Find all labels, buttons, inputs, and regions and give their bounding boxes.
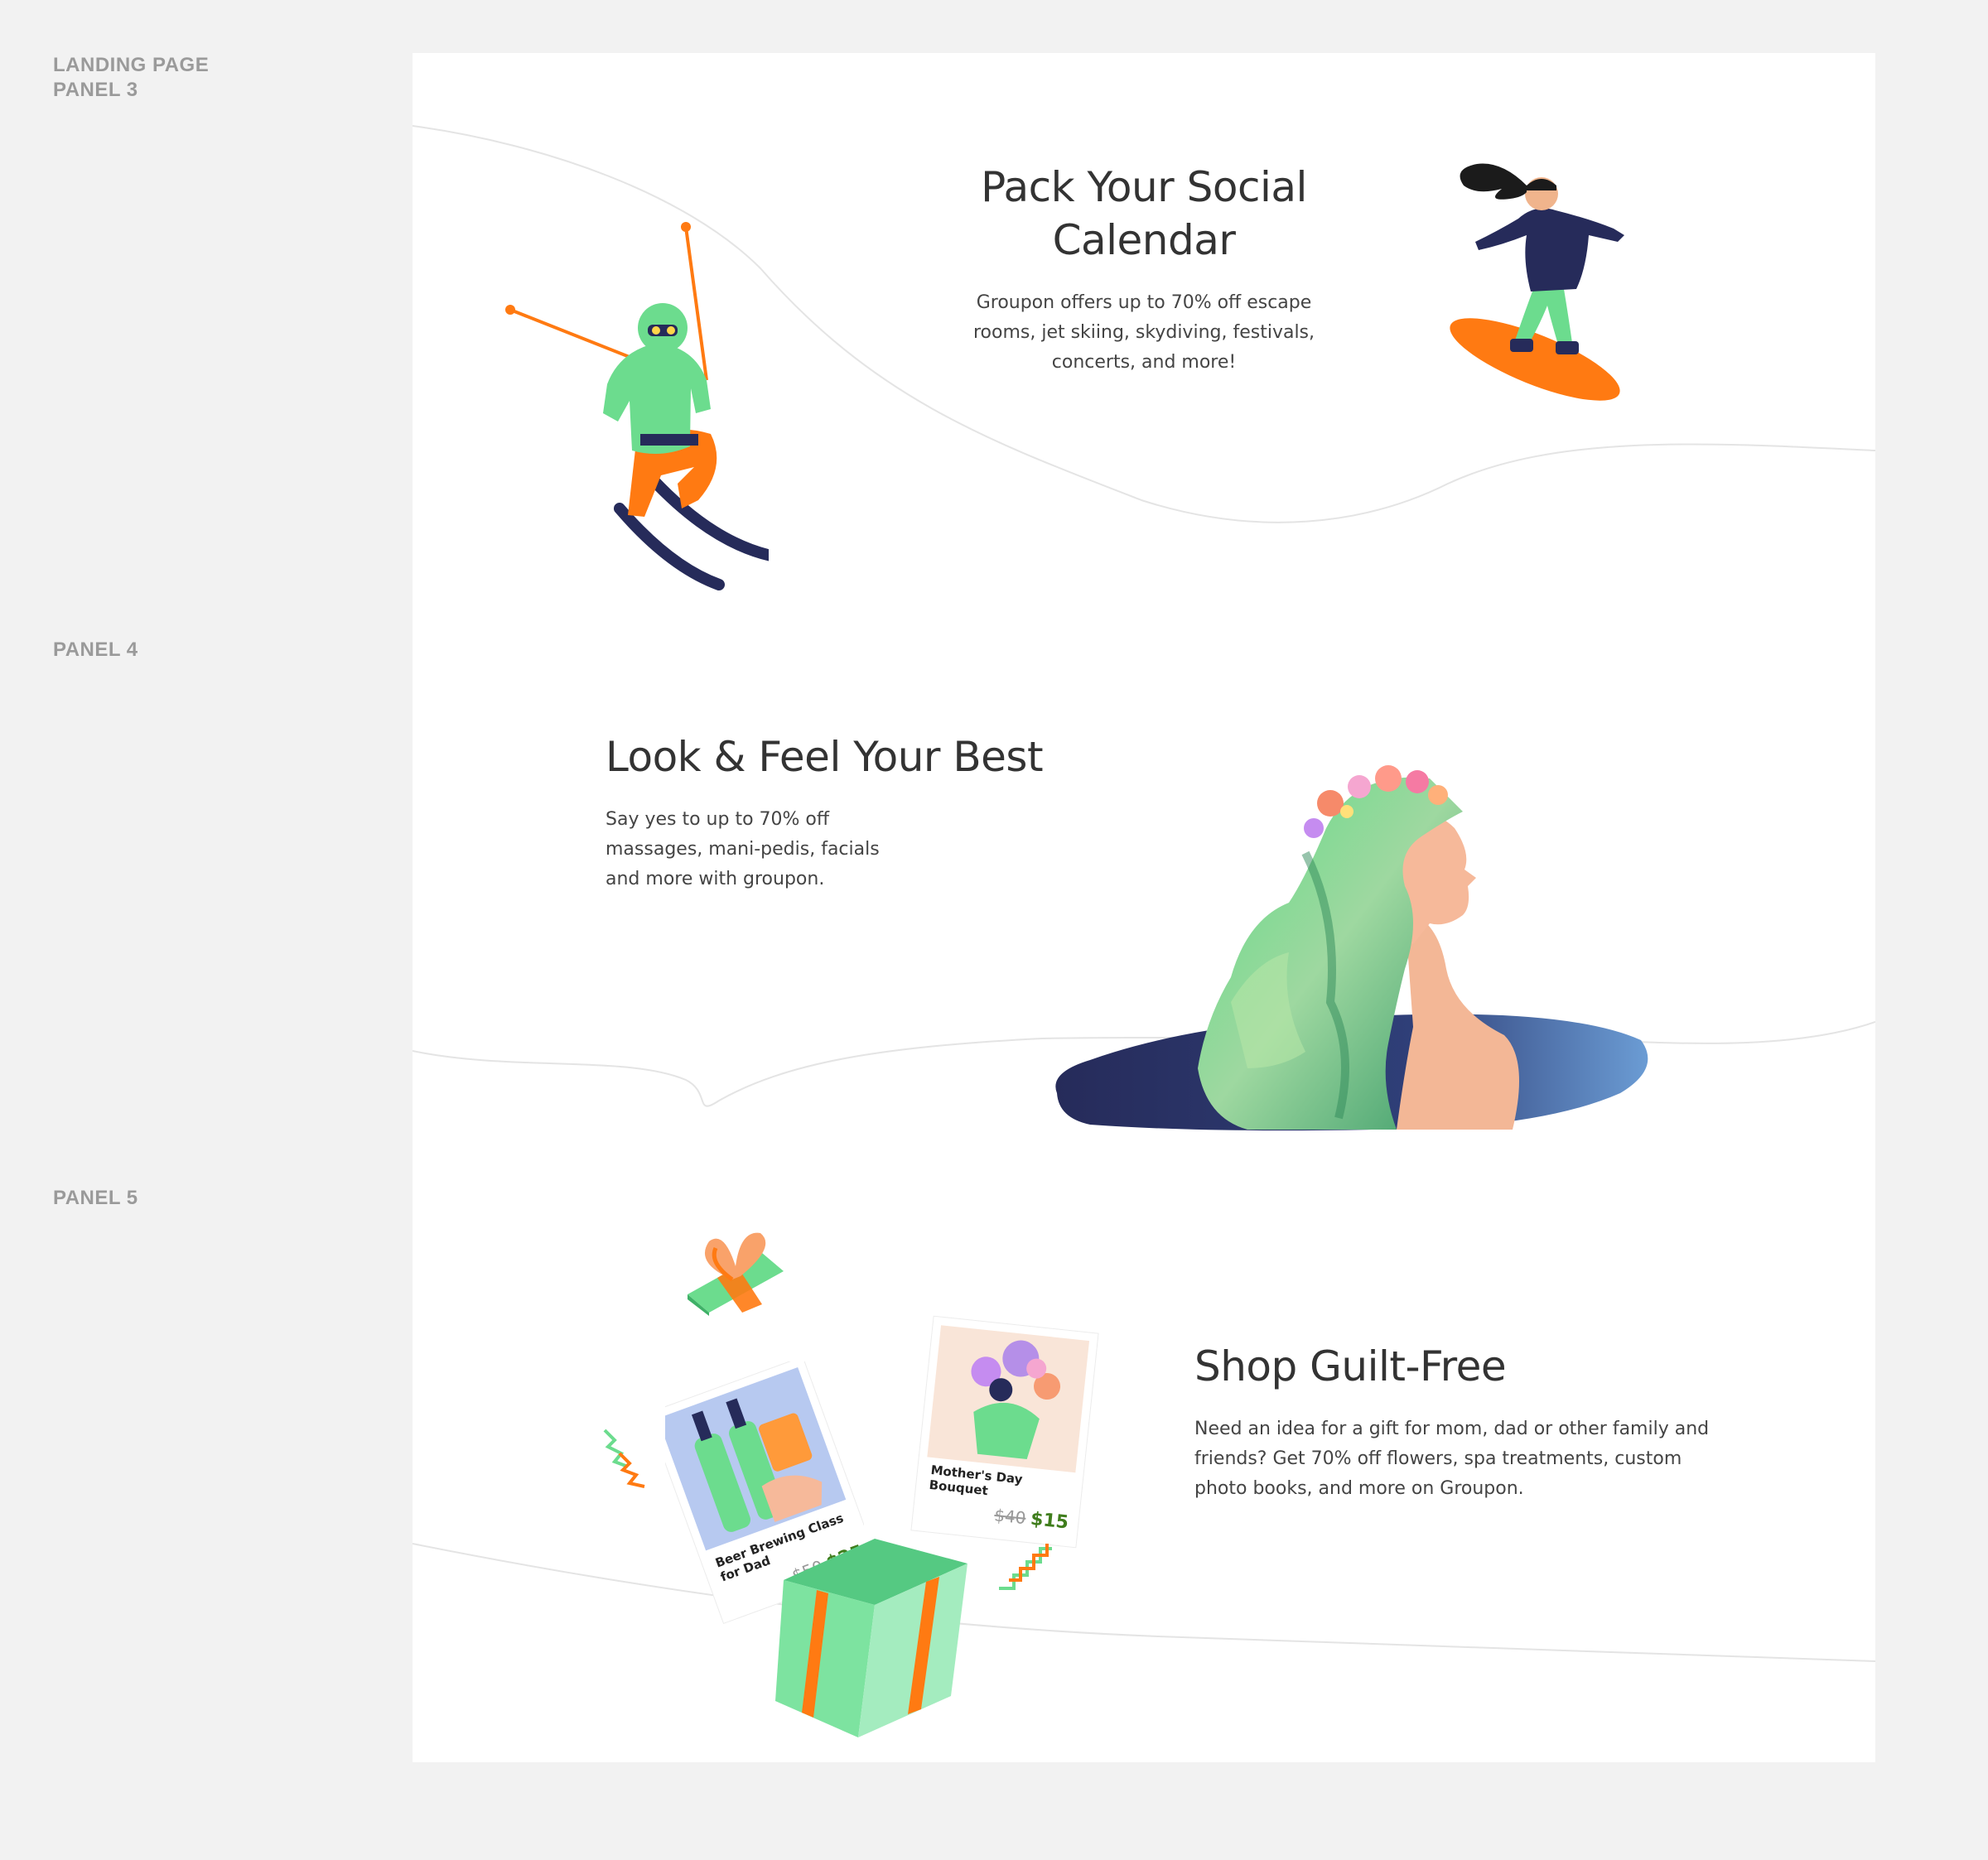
panel5-body-line3: photo books, and more on Groupon. [1194,1478,1524,1499]
bouquet-old-price: $40 [993,1505,1026,1528]
zigzag-left-decoration [603,1429,645,1488]
spa-woman-illustration [1055,765,1648,1131]
panel4-body-line3: and more with groupon. [606,869,825,889]
gift-lid-illustration [688,1232,784,1316]
panel-3-label: PANEL 3 [53,79,138,101]
card-mothers-day-bouquet: Mother's Day Bouquet $40 $15 [910,1315,1099,1549]
panel3-body-line2: rooms, jet skiing, skydiving, festivals, [972,322,1315,343]
panel-5-label: PANEL 5 [53,1187,138,1209]
landing-page-label: LANDING PAGE [53,54,210,76]
zigzag-right-decoration [999,1544,1052,1590]
panel3-body-line3: concerts, and more! [1051,352,1237,373]
panel3-title-line1: Pack Your Social [981,163,1307,211]
skier-illustration [505,222,769,590]
panel3-title-line2: Calendar [1052,216,1236,264]
panel5-body-line1: Need an idea for a gift for mom, dad or … [1194,1419,1710,1439]
bouquet-new-price: $15 [1030,1509,1069,1534]
snowboarder-illustration [1450,163,1624,401]
panel-4-label: PANEL 4 [53,638,138,661]
panel3-body-line1: Groupon offers up to 70% off escape [976,292,1312,313]
landing-artboard: Pack Your Social Calendar Groupon offers… [413,53,1875,1762]
open-gift-box-illustration [775,1539,967,1737]
panel4-body-line1: Say yes to up to 70% off [606,809,830,830]
panel5-title: Shop Guilt-Free [1194,1342,1507,1390]
panel5-body-line2: friends? Get 70% off flowers, spa treatm… [1194,1448,1682,1469]
panel4-body-line2: massages, mani-pedis, facials [606,839,880,860]
